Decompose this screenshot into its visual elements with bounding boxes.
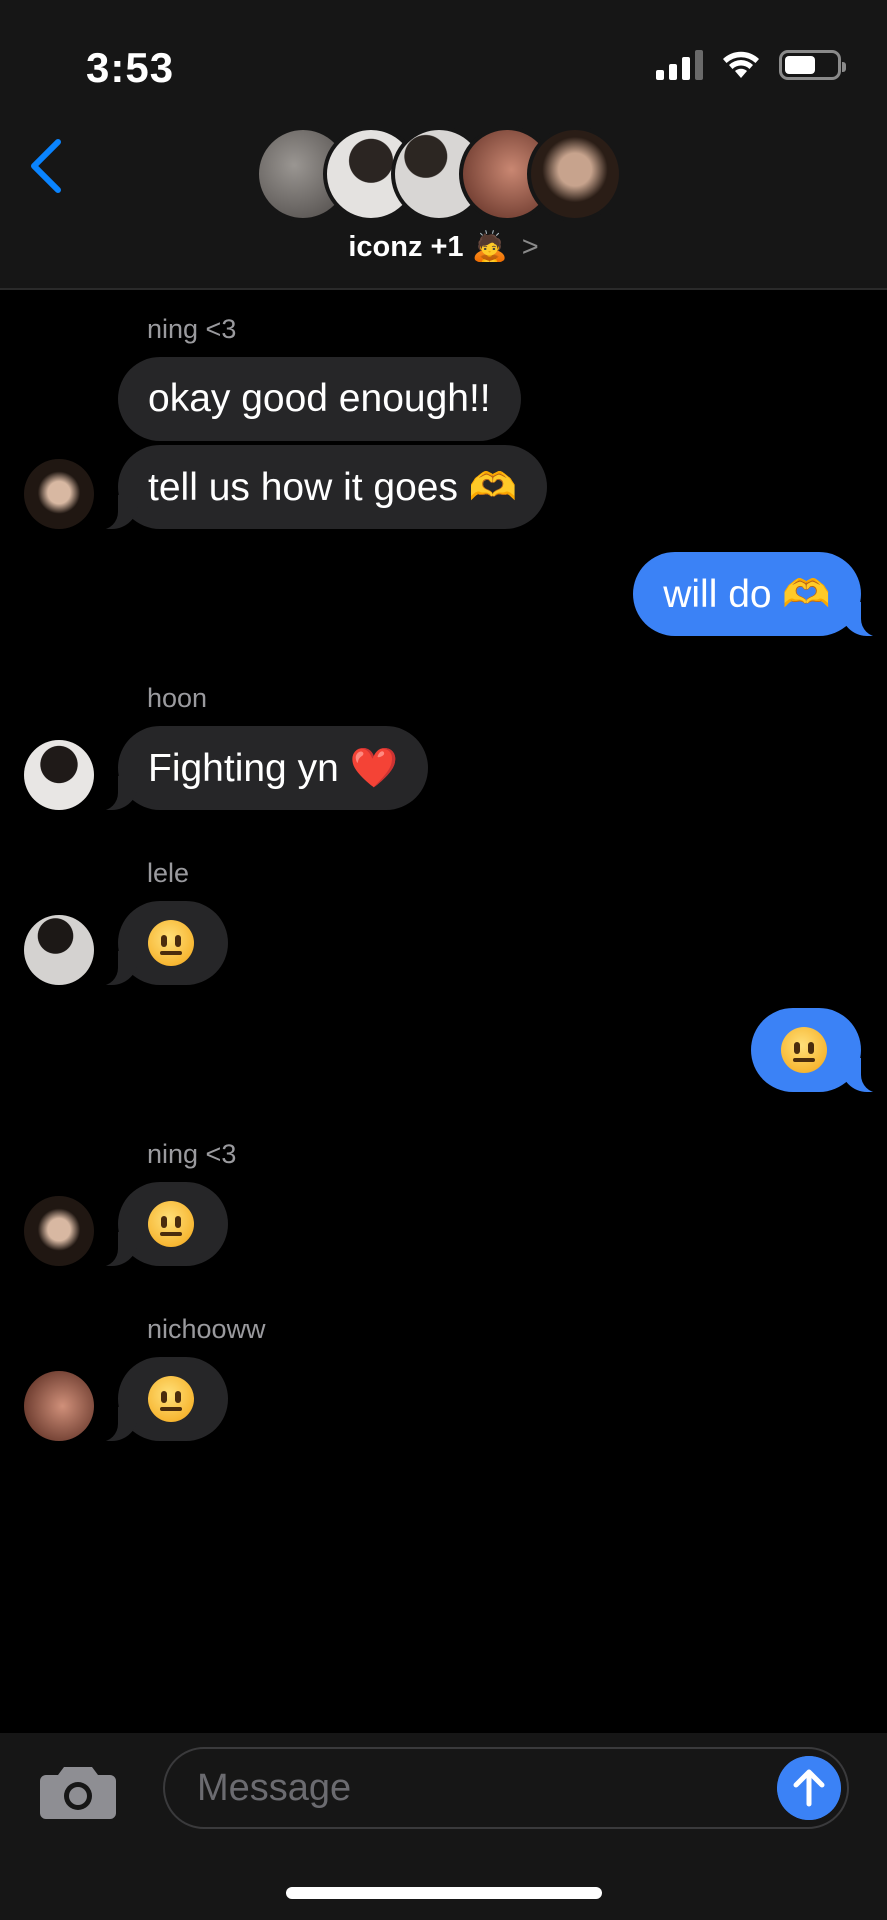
battery-icon xyxy=(779,50,846,80)
group-avatars[interactable] xyxy=(255,126,623,222)
message-bubble[interactable]: okay good enough!! xyxy=(118,357,521,441)
avatar[interactable] xyxy=(24,740,94,810)
wifi-icon xyxy=(723,51,759,78)
sender-name: lele xyxy=(147,858,190,888)
emoji-bubble[interactable] xyxy=(94,901,228,986)
group-title[interactable]: iconz +1 🙇 > xyxy=(0,230,887,264)
back-chevron-icon[interactable] xyxy=(26,138,66,194)
message-bubble[interactable]: tell us how it goes 🫶 xyxy=(93,445,548,530)
neutral-face-emoji-icon xyxy=(148,1201,194,1247)
message-bubble[interactable]: will do 🫶 xyxy=(633,552,885,637)
avatar[interactable] xyxy=(24,459,94,529)
message-text: okay good enough!! xyxy=(148,377,491,420)
sender-name: ning <3 xyxy=(147,314,237,344)
home-indicator[interactable] xyxy=(286,1887,602,1899)
group-name: iconz +1 🙇 xyxy=(348,231,508,263)
message-text: tell us how it goes 🫶 xyxy=(148,466,518,509)
emoji-bubble[interactable] xyxy=(751,1008,885,1093)
camera-icon[interactable] xyxy=(40,1763,116,1819)
neutral-face-emoji-icon xyxy=(781,1027,827,1073)
chevron-right-icon: > xyxy=(521,231,539,263)
cellular-signal-icon xyxy=(656,50,703,80)
avatar[interactable] xyxy=(24,915,94,985)
send-arrow-icon[interactable] xyxy=(777,1756,841,1820)
avatar[interactable] xyxy=(24,1196,94,1266)
message-field[interactable] xyxy=(163,1747,849,1829)
neutral-face-emoji-icon xyxy=(148,1376,194,1422)
message-text: will do 🫶 xyxy=(663,573,831,616)
group-avatar xyxy=(527,126,623,222)
emoji-bubble[interactable] xyxy=(94,1357,228,1442)
status-icons xyxy=(656,50,846,80)
message-text: Fighting yn ❤️ xyxy=(148,747,399,790)
status-time: 3:53 xyxy=(86,44,175,91)
message-bubble[interactable]: Fighting yn ❤️ xyxy=(93,726,429,811)
conversation-header: 3:53 iconz +1 🙇 > xyxy=(0,0,887,290)
neutral-face-emoji-icon xyxy=(148,920,194,966)
sender-name: ning <3 xyxy=(147,1139,237,1169)
emoji-bubble[interactable] xyxy=(94,1182,228,1267)
sender-name: hoon xyxy=(147,683,208,713)
sender-name: nichooww xyxy=(147,1314,266,1344)
avatar[interactable] xyxy=(24,1371,94,1441)
message-input[interactable] xyxy=(197,1749,757,1827)
